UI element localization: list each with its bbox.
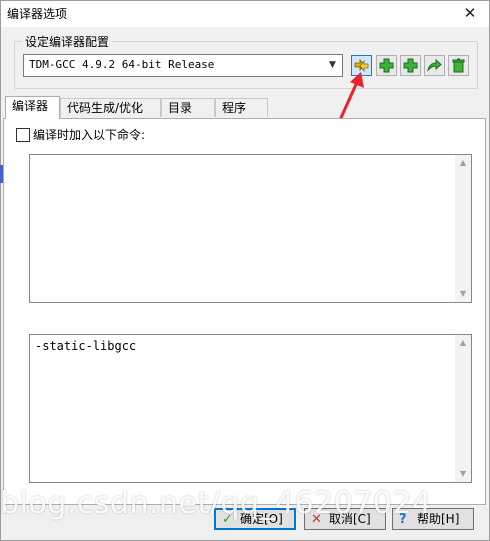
scroll-down-icon[interactable]: ▼ bbox=[455, 286, 471, 302]
compiler-set-value: TDM-GCC 4.9.2 64-bit Release bbox=[29, 58, 215, 71]
tab-programs[interactable]: 程序 bbox=[215, 98, 268, 117]
compiler-set-select[interactable]: TDM-GCC 4.9.2 64-bit Release ▼ bbox=[23, 54, 343, 77]
scroll-up-icon[interactable]: ▲ bbox=[455, 155, 471, 171]
tab-label: 程序 bbox=[222, 101, 247, 115]
add-commands-checkbox[interactable] bbox=[16, 128, 30, 142]
add-green-icon bbox=[403, 58, 418, 73]
tab-label: 代码生成/优化 bbox=[67, 101, 144, 115]
add-green-icon bbox=[379, 58, 394, 73]
add-commands-label: 编译时加入以下命令: bbox=[33, 128, 146, 142]
window-title: 编译器选项 bbox=[7, 7, 68, 21]
compiler-commands-textarea[interactable]: ▲ ▼ bbox=[29, 154, 472, 303]
add-compiler-copy-button[interactable] bbox=[400, 55, 421, 76]
watermark: blog.csdn.net/qq_46207024 bbox=[0, 486, 432, 521]
linker-commands-text: -static-libgcc bbox=[35, 339, 137, 353]
tab-label: 目录 bbox=[168, 101, 193, 115]
rename-compiler-button[interactable] bbox=[424, 55, 445, 76]
tab-code-generation[interactable]: 代码生成/优化 bbox=[60, 98, 161, 117]
scrollbar[interactable]: ▲ ▼ bbox=[455, 155, 471, 302]
delete-trash-icon bbox=[452, 58, 465, 73]
close-button[interactable]: ✕ bbox=[455, 1, 485, 27]
scrollbar[interactable]: ▲ ▼ bbox=[455, 335, 471, 482]
scroll-down-icon[interactable]: ▼ bbox=[455, 466, 471, 482]
title-bar: 编译器选项 ✕ bbox=[1, 1, 489, 27]
rename-arrow-icon bbox=[426, 58, 442, 72]
tab-compiler[interactable]: 编译器 bbox=[5, 96, 60, 119]
compiler-set-legend: 设定编译器配置 bbox=[22, 33, 113, 50]
linker-commands-textarea[interactable]: -static-libgcc ▲ ▼ bbox=[29, 334, 472, 483]
add-compiler-button[interactable] bbox=[376, 55, 397, 76]
delete-compiler-button[interactable] bbox=[448, 55, 469, 76]
tab-label: 编译器 bbox=[12, 99, 49, 113]
tab-directories[interactable]: 目录 bbox=[161, 98, 215, 117]
annotation-arrow bbox=[338, 72, 364, 121]
scroll-up-icon[interactable]: ▲ bbox=[455, 335, 471, 351]
